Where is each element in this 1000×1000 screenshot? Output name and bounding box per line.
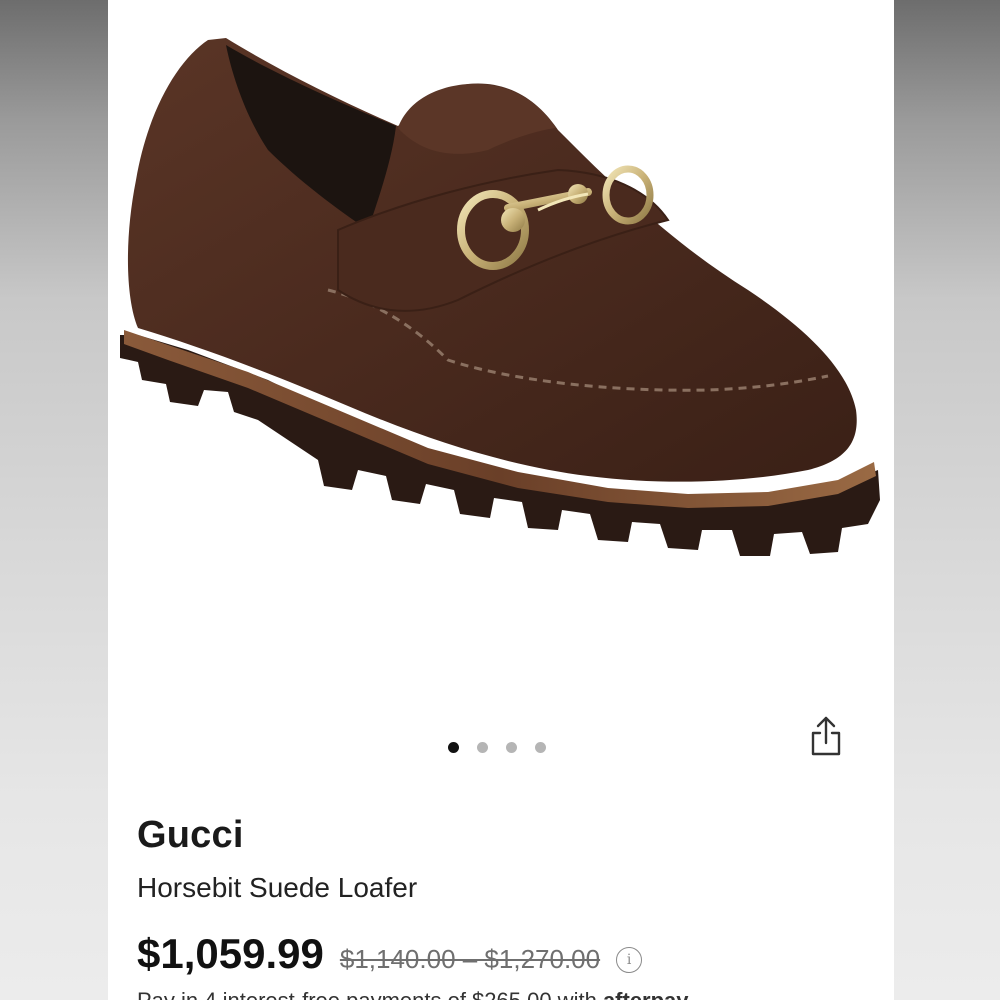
carousel-dot-1[interactable]: [448, 742, 459, 753]
sale-price: $1,059.99: [137, 930, 324, 977]
installment-message[interactable]: Pay in 4 interest-free payments of $265.…: [137, 988, 894, 1000]
background-blur-left: [0, 0, 108, 1000]
product-page: Gucci Horsebit Suede Loafer $1,059.99 $1…: [108, 0, 894, 1000]
info-icon[interactable]: i: [616, 947, 643, 973]
carousel-dot-2[interactable]: [477, 742, 488, 753]
share-button[interactable]: [806, 712, 846, 760]
carousel-dot-3[interactable]: [506, 742, 517, 753]
image-carousel-indicator[interactable]: [448, 742, 546, 753]
product-brand[interactable]: Gucci: [137, 814, 244, 857]
carousel-dot-4[interactable]: [535, 742, 546, 753]
share-icon: [811, 716, 841, 756]
product-image[interactable]: [108, 0, 894, 700]
list-price-range: $1,140.00 – $1,270.00: [339, 944, 601, 974]
installment-text: Pay in 4 interest-free payments of $265.…: [137, 988, 597, 1000]
price-row: $1,059.99 $1,140.00 – $1,270.00 i: [137, 930, 643, 978]
background-blur-right: [892, 0, 1000, 1000]
product-name: Horsebit Suede Loafer: [137, 872, 418, 903]
loafer-illustration: [120, 38, 880, 556]
afterpay-logo: afterpay: [603, 988, 689, 1000]
